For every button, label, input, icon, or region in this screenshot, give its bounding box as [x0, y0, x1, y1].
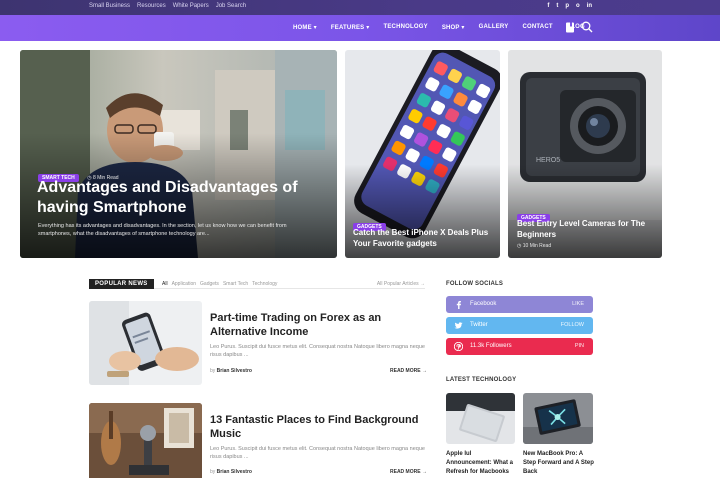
- facebook-icon: [456, 301, 461, 309]
- post-1-excerpt: Leo Purus. Suscipit dui fusce metus elit…: [210, 344, 425, 358]
- post-1-read-more[interactable]: READ MORE →: [390, 368, 427, 374]
- tab-technology[interactable]: Technology: [252, 281, 277, 287]
- post-1-author[interactable]: Brian Silvestro: [217, 368, 252, 374]
- latest-technology-heading: LATEST TECHNOLOGY: [446, 377, 517, 383]
- post-2-image[interactable]: [89, 403, 202, 478]
- post-1-byline: by Brian Silvestro: [210, 368, 252, 374]
- twitter-icon: [454, 322, 463, 329]
- latest-2-photo: [523, 393, 593, 444]
- post-1-title[interactable]: Part-time Trading on Forex as an Alterna…: [210, 311, 425, 339]
- search-icon[interactable]: [581, 21, 593, 33]
- follow-socials-heading: FOLLOW SOCIALS: [446, 281, 504, 287]
- instagram-icon[interactable]: o: [576, 3, 580, 9]
- twitter-icon[interactable]: t: [556, 3, 558, 9]
- top-social-icons: f t p o in: [547, 3, 592, 9]
- post-2-by-prefix: by: [210, 469, 216, 475]
- post-1-image[interactable]: [89, 301, 202, 385]
- social-pinterest-action[interactable]: PIN: [575, 343, 584, 349]
- latest-2-image[interactable]: [523, 393, 593, 444]
- post-1-by-prefix: by: [210, 368, 216, 374]
- post-2-author[interactable]: Brian Silvestro: [217, 469, 252, 475]
- post-2-title[interactable]: 13 Fantastic Places to Find Background M…: [210, 413, 425, 441]
- hero-main-title[interactable]: Advantages and Disadvantages of having S…: [37, 178, 317, 218]
- popular-news-header: POPULAR NEWS All Application Gadgets Sma…: [89, 279, 425, 289]
- latest-1-title[interactable]: Apple Iul Announcement: What a Refresh f…: [446, 450, 518, 477]
- post-2-read-more[interactable]: READ MORE →: [390, 469, 427, 475]
- popular-news-label: POPULAR NEWS: [89, 279, 154, 289]
- social-facebook-name: Facebook: [470, 301, 497, 307]
- facebook-icon[interactable]: f: [547, 3, 549, 9]
- pinterest-icon[interactable]: p: [565, 3, 569, 9]
- post-2-excerpt: Leo Purus. Suscipit dui fusce metus elit…: [210, 446, 425, 460]
- hero-phone-title[interactable]: Catch the Best iPhone X Deals Plus Your …: [353, 227, 498, 249]
- social-twitter-action[interactable]: FOLLOW: [561, 322, 584, 328]
- nav-contact[interactable]: CONTACT: [522, 24, 552, 31]
- post-2-photo: [89, 403, 202, 478]
- tab-application[interactable]: Application: [172, 281, 196, 287]
- latest-2-title[interactable]: New MacBook Pro: A Step Forward and A St…: [523, 450, 595, 477]
- latest-1-photo: [446, 393, 515, 444]
- all-popular-articles-link[interactable]: All Popular Articles →: [377, 281, 425, 287]
- hero-main-card[interactable]: SMART TECH ◷ 8 Min Read Advantages and D…: [20, 50, 337, 258]
- top-bar: Small Business Resources White Papers Jo…: [0, 0, 720, 15]
- tab-gadgets[interactable]: Gadgets: [200, 281, 219, 287]
- nav-technology[interactable]: TECHNOLOGY: [383, 24, 427, 31]
- nav-home[interactable]: HOME ▾: [293, 24, 317, 31]
- top-link-small-business[interactable]: Small Business: [89, 3, 130, 9]
- hero-camera-title[interactable]: Best Entry Level Cameras for The Beginne…: [517, 218, 659, 240]
- social-pinterest-row[interactable]: 11.3k Followers PIN: [446, 338, 593, 355]
- hero-phone-card[interactable]: GADGETS Catch the Best iPhone X Deals Pl…: [345, 50, 500, 258]
- nav-gallery[interactable]: GALLERY: [479, 24, 509, 31]
- popular-news-tabs: All Application Gadgets Smart Tech Techn…: [162, 281, 277, 287]
- hero-camera-card[interactable]: HERO5 GADGETS Best Entry Level Cameras f…: [508, 50, 662, 258]
- pinterest-icon: [454, 342, 463, 351]
- linkedin-icon[interactable]: in: [587, 3, 592, 9]
- tab-all[interactable]: All: [162, 281, 168, 287]
- social-pinterest-name: 11.3k Followers: [470, 343, 512, 349]
- social-twitter-name: Twitter: [470, 322, 488, 328]
- nav-features[interactable]: FEATURES ▾: [331, 24, 370, 31]
- tab-smart-tech[interactable]: Smart Tech: [223, 281, 248, 287]
- top-links: Small Business Resources White Papers Jo…: [89, 3, 246, 9]
- social-facebook-action[interactable]: LIKE: [572, 301, 584, 307]
- nav-shop[interactable]: SHOP ▾: [442, 24, 465, 31]
- hero-camera-read-time: ◷ 10 Min Read: [517, 243, 552, 249]
- bookmark-icon[interactable]: [565, 22, 575, 33]
- post-2-byline: by Brian Silvestro: [210, 469, 252, 475]
- post-1-photo: [89, 301, 202, 385]
- top-link-job-search[interactable]: Job Search: [216, 3, 246, 9]
- social-facebook-row[interactable]: Facebook LIKE: [446, 296, 593, 313]
- svg-text:HERO5: HERO5: [536, 157, 560, 164]
- latest-1-image[interactable]: [446, 393, 515, 444]
- hero-main-excerpt: Everything has its advantages and disadv…: [38, 223, 287, 237]
- top-link-resources[interactable]: Resources: [137, 3, 166, 9]
- top-link-white-papers[interactable]: White Papers: [173, 3, 209, 9]
- social-twitter-row[interactable]: Twitter FOLLOW: [446, 317, 593, 334]
- main-nav: HOME ▾ FEATURES ▾ TECHNOLOGY SHOP ▾ GALL…: [0, 15, 720, 41]
